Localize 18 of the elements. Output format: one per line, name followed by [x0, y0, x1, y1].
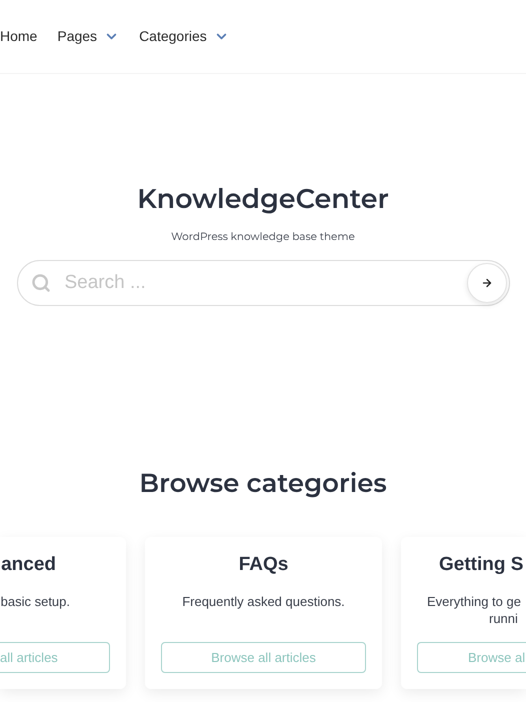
- section-title: Browse categories: [139, 466, 387, 501]
- card-title: Getting S: [438, 552, 524, 577]
- nav-link[interactable]: Home: [0, 26, 38, 47]
- card-description: Everything to ge: [426, 593, 521, 610]
- site-title: KnowledgeCenter: [137, 182, 389, 216]
- nav-link[interactable]: Pages: [57, 26, 98, 47]
- card-title: FAQs: [238, 552, 290, 577]
- search-input[interactable]: Search ...: [64, 268, 466, 297]
- search-submit-button[interactable]: [466, 262, 506, 303]
- arrow-right-icon: [480, 276, 492, 289]
- search-field[interactable]: Search ...: [16, 260, 510, 306]
- nav-link[interactable]: Categories: [139, 26, 207, 47]
- site-tagline: WordPress knowledge base theme: [171, 229, 355, 245]
- card-title: anced: [0, 552, 57, 577]
- card-description: runni: [488, 610, 518, 628]
- card-description: Frequently asked questions.: [181, 593, 346, 610]
- card-description: basic setup.: [0, 593, 71, 610]
- search-icon: [30, 272, 50, 293]
